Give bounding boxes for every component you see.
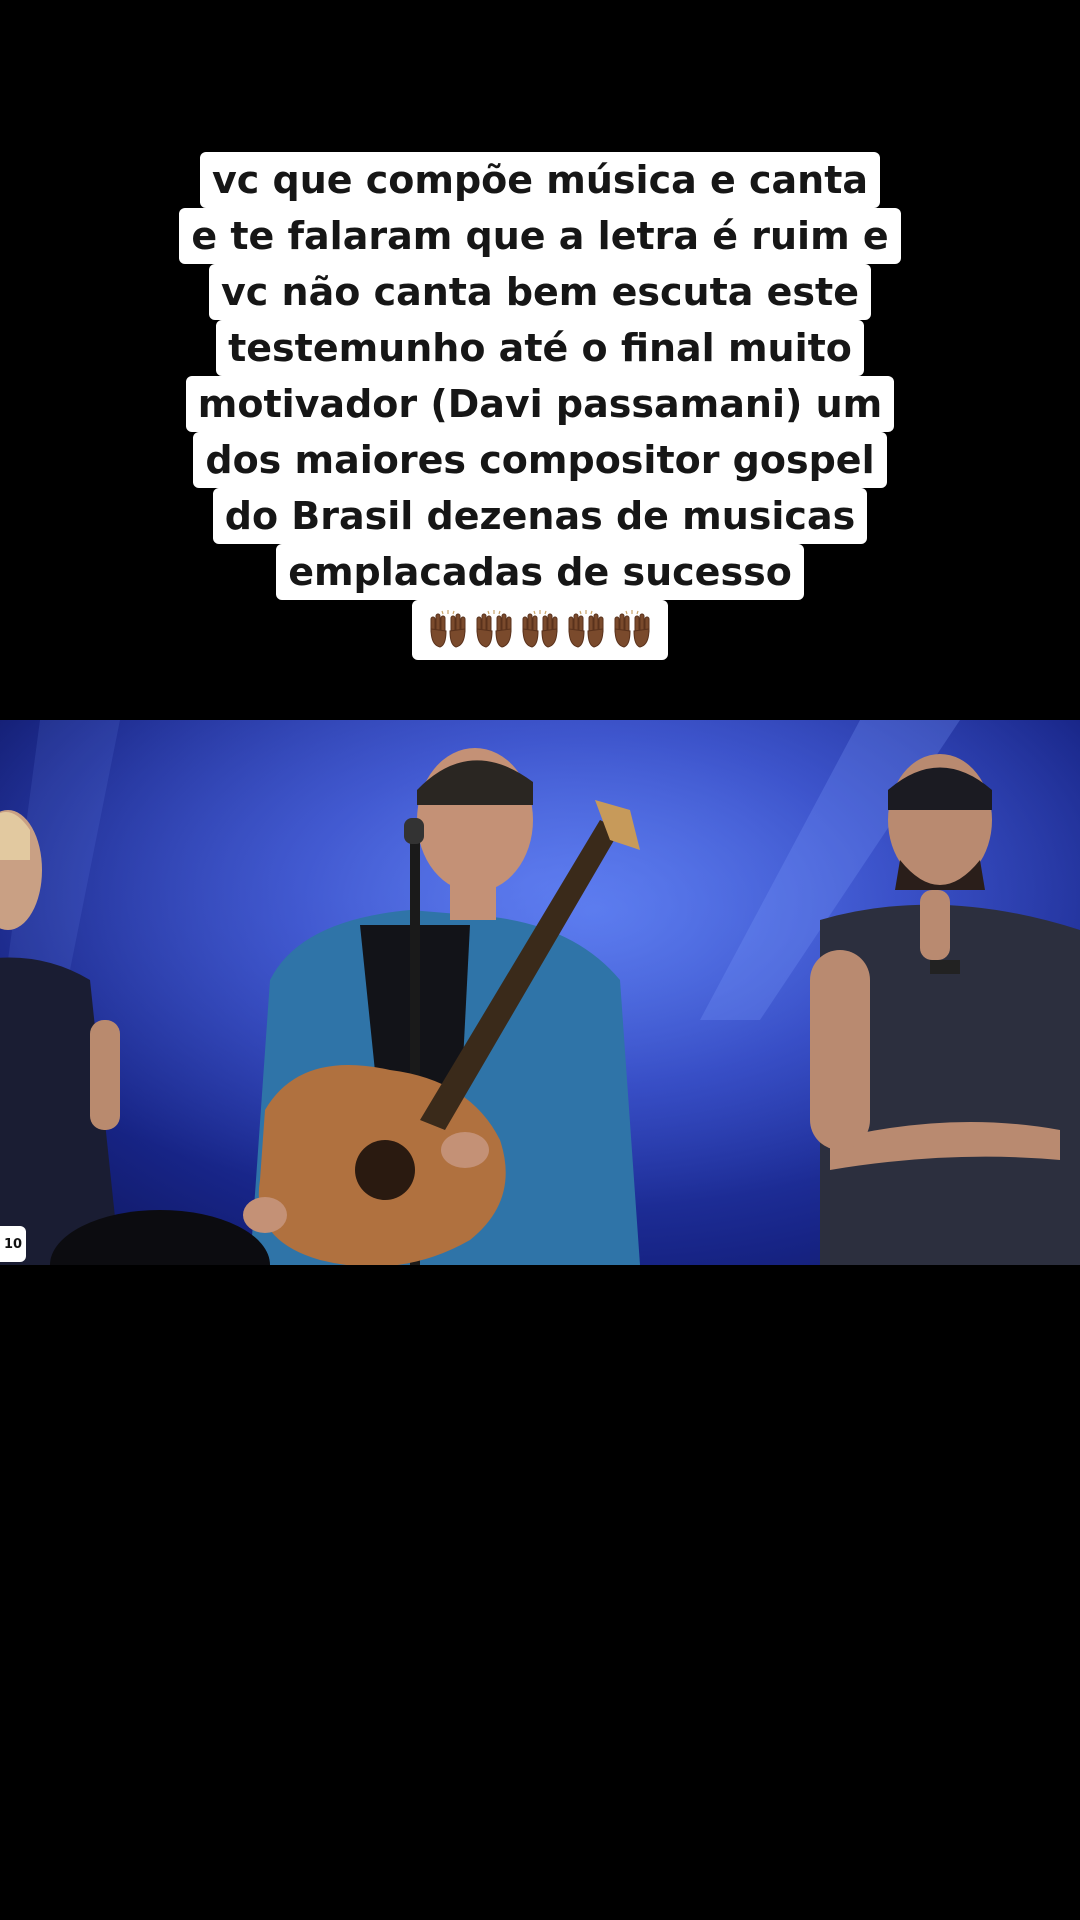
caption-line: motivador (Davi passamani) um [185,376,895,432]
raising-hands-icon [522,610,558,648]
caption-line: vc não canta bem escuta este [209,264,871,320]
caption-line: testemunho até o final muito [216,320,864,376]
caption-line: emplacadas de sucesso [276,544,804,600]
caption-emoji-row [412,600,668,660]
channel-watermark: 10 [0,1226,26,1262]
caption-line: dos maiores compositor gospel [193,432,887,488]
raising-hands-icon [614,610,650,648]
caption-line: vc que compõe música e canta [199,152,881,208]
raising-hands-icon [430,610,466,648]
caption-line: e te falaram que a letra é ruim e [179,208,901,264]
video-feed-screen[interactable]: vc que compõe música e canta e te falara… [0,0,1080,1920]
raising-hands-icon [568,610,604,648]
raising-hands-icon [476,610,512,648]
caption-overlay: vc que compõe música e canta e te falara… [0,152,1080,660]
video-frame[interactable] [0,720,1080,1265]
caption-line: do Brasil dezenas de musicas [212,488,868,544]
stage-scene-illustration [0,720,1080,1265]
